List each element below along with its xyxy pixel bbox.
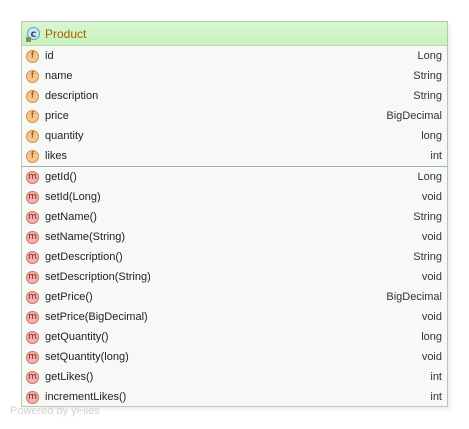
method-name: setName(String): [45, 231, 126, 243]
class-icon-letter: c: [30, 29, 37, 40]
field-icon: f: [26, 89, 39, 103]
method-icon: m: [26, 370, 39, 384]
method-return-type: String: [413, 211, 442, 223]
method-name: getPrice(): [45, 291, 93, 303]
method-icon: m: [26, 330, 39, 344]
method-name: incrementLikes(): [45, 391, 127, 403]
field-row-name[interactable]: f name String: [22, 66, 447, 86]
method-row-getprice[interactable]: m getPrice() BigDecimal: [22, 287, 447, 307]
field-icon: f: [26, 149, 39, 163]
field-name: name: [45, 70, 73, 82]
field-row-description[interactable]: f description String: [22, 86, 447, 106]
field-icon: f: [26, 69, 39, 83]
field-icon: f: [26, 129, 39, 143]
field-type: Long: [417, 50, 442, 62]
method-return-type: String: [413, 251, 442, 263]
method-row-getname[interactable]: m getName() String: [22, 207, 447, 227]
fields-section: f id Long f name String f description St…: [22, 46, 447, 167]
field-type: BigDecimal: [386, 110, 442, 122]
method-icon: m: [26, 210, 39, 224]
uml-diagram-canvas: c Product f id Long f name String f desc…: [0, 0, 469, 429]
class-header[interactable]: c Product: [22, 22, 447, 46]
field-row-quantity[interactable]: f quantity long: [22, 126, 447, 146]
method-name: setQuantity(long): [45, 351, 129, 363]
method-row-incrementlikes[interactable]: m incrementLikes() int: [22, 387, 447, 407]
method-row-getid[interactable]: m getId() Long: [22, 167, 447, 187]
method-icon: m: [26, 310, 39, 324]
method-icon: m: [26, 190, 39, 204]
method-name: getDescription(): [45, 251, 123, 263]
method-return-type: int: [430, 371, 442, 383]
field-name: quantity: [45, 130, 84, 142]
field-name: id: [45, 50, 54, 62]
field-name: description: [45, 90, 99, 102]
method-row-getquantity[interactable]: m getQuantity() long: [22, 327, 447, 347]
method-name: getLikes(): [45, 371, 94, 383]
method-row-setdescription[interactable]: m setDescription(String) void: [22, 267, 447, 287]
method-icon: m: [26, 290, 39, 304]
lock-icon: [26, 37, 31, 42]
method-return-type: void: [421, 311, 442, 323]
field-name: price: [45, 110, 69, 122]
field-type: long: [421, 130, 442, 142]
class-title: Product: [45, 26, 87, 41]
method-name: getQuantity(): [45, 331, 109, 343]
method-row-setname[interactable]: m setName(String) void: [22, 227, 447, 247]
method-name: getId(): [45, 171, 77, 183]
method-name: setPrice(BigDecimal): [45, 311, 148, 323]
method-return-type: void: [421, 351, 442, 363]
method-row-setquantity[interactable]: m setQuantity(long) void: [22, 347, 447, 367]
method-row-getdescription[interactable]: m getDescription() String: [22, 247, 447, 267]
field-row-id[interactable]: f id Long: [22, 46, 447, 66]
field-type: String: [413, 70, 442, 82]
method-return-type: Long: [417, 171, 442, 183]
field-icon: f: [26, 109, 39, 123]
method-icon: m: [26, 170, 39, 184]
method-icon: m: [26, 350, 39, 364]
method-return-type: void: [421, 191, 442, 203]
method-row-setprice[interactable]: m setPrice(BigDecimal) void: [22, 307, 447, 327]
method-icon: m: [26, 390, 39, 404]
product-class-node[interactable]: c Product f id Long f name String f desc…: [21, 21, 448, 407]
method-name: getName(): [45, 211, 97, 223]
field-row-likes[interactable]: f likes int: [22, 146, 447, 166]
class-icon: c: [26, 27, 40, 42]
field-type: int: [430, 150, 442, 162]
methods-section: m getId() Long m setId(Long) void m getN…: [22, 167, 447, 407]
method-name: setId(Long): [45, 191, 101, 203]
method-icon: m: [26, 250, 39, 264]
method-return-type: long: [421, 331, 442, 343]
field-name: likes: [45, 150, 68, 162]
field-row-price[interactable]: f price BigDecimal: [22, 106, 447, 126]
powered-by-watermark: Powered by yFiles: [10, 405, 100, 417]
method-icon: m: [26, 270, 39, 284]
method-name: setDescription(String): [45, 271, 151, 283]
method-row-getlikes[interactable]: m getLikes() int: [22, 367, 447, 387]
method-return-type: BigDecimal: [386, 291, 442, 303]
field-type: String: [413, 90, 442, 102]
method-row-setid[interactable]: m setId(Long) void: [22, 187, 447, 207]
field-icon: f: [26, 49, 39, 63]
method-icon: m: [26, 230, 39, 244]
method-return-type: void: [421, 271, 442, 283]
method-return-type: void: [421, 231, 442, 243]
method-return-type: int: [430, 391, 442, 403]
